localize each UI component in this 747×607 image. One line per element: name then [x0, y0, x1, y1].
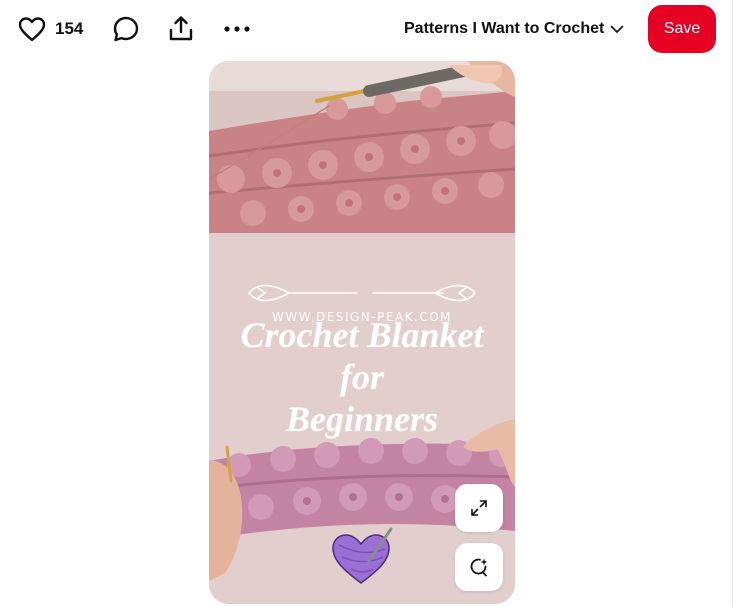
comment-icon [113, 16, 139, 42]
like-count: 154 [55, 19, 84, 38]
pin-toolbar: 154 Patterns I Want to Crochet Save [0, 0, 733, 58]
expand-icon [471, 500, 487, 516]
expand-button[interactable] [455, 484, 503, 532]
page-edge [732, 0, 747, 607]
share-button[interactable] [163, 10, 199, 48]
more-icon [224, 26, 250, 32]
heart-icon [18, 17, 46, 42]
chevron-down-icon [611, 25, 624, 33]
pin-title: Crochet Blanket for Beginners [240, 315, 484, 439]
pin-detail-page: 154 Patterns I Want to Crochet Save WWW.… [0, 0, 747, 607]
visual-search-button[interactable] [455, 543, 503, 591]
board-name: Patterns I Want to Crochet [404, 20, 605, 37]
like-button[interactable]: 154 [14, 10, 96, 48]
visual-search-icon [470, 558, 488, 577]
save-button[interactable]: Save [648, 5, 716, 53]
pin-image[interactable]: WWW.DESIGN-PEAK.COM Crochet Blanket for … [209, 61, 515, 604]
more-options-button[interactable] [219, 10, 255, 48]
board-selector[interactable]: Patterns I Want to Crochet [396, 12, 624, 46]
comment-button[interactable] [108, 10, 144, 48]
share-icon [169, 16, 193, 41]
